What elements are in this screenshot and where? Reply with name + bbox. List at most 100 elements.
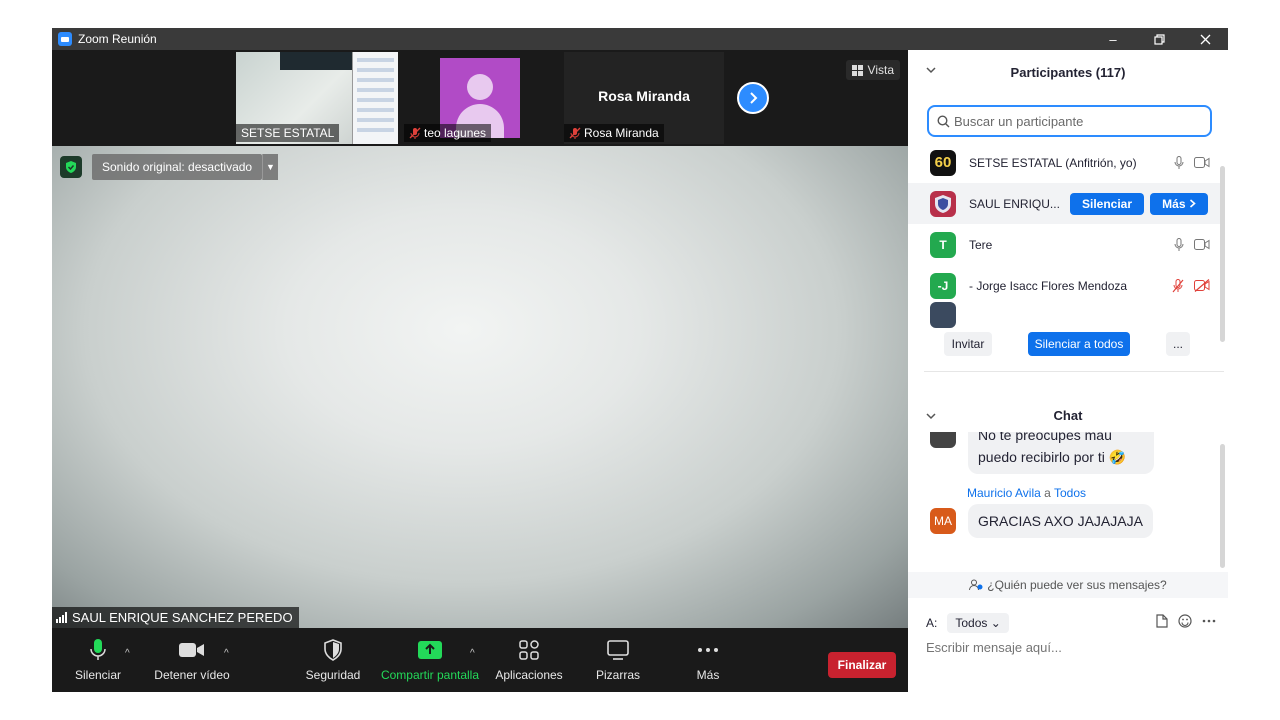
more-dots-icon bbox=[697, 636, 719, 664]
participants-scrollbar[interactable] bbox=[1220, 166, 1225, 342]
participant-name: Tere bbox=[969, 237, 993, 252]
zoom-window: Zoom Reunión – SETSE ESTATAL teo lagunes bbox=[52, 28, 1228, 692]
zoom-app-icon bbox=[58, 32, 72, 46]
participant-avatar: -J bbox=[930, 272, 956, 299]
stop-video-button[interactable]: Detener vídeo bbox=[152, 636, 232, 682]
main-video: Sonido original: desactivado ▼ SAUL ENRI… bbox=[52, 146, 908, 628]
participants-title: Participantes (117) bbox=[1010, 64, 1126, 80]
participant-row[interactable]: T Tere bbox=[908, 224, 1220, 265]
mic-muted-icon bbox=[1172, 278, 1184, 292]
more-dots-icon bbox=[1202, 619, 1216, 623]
mute-participant-button[interactable]: Silenciar bbox=[1070, 192, 1144, 215]
recipient-dropdown[interactable]: Todos ⌄ bbox=[947, 613, 1009, 633]
divider bbox=[924, 371, 1224, 372]
participant-list: 60 SETSE ESTATAL (Anfitrión, yo) SAUL EN… bbox=[908, 142, 1220, 342]
chat-title: Chat bbox=[1053, 408, 1083, 423]
participant-avatar bbox=[930, 190, 956, 217]
participant-name: SAUL ENRIQU... bbox=[969, 196, 1060, 211]
microphone-icon bbox=[1174, 237, 1184, 251]
security-button[interactable]: Seguridad bbox=[304, 636, 362, 682]
video-camera-icon bbox=[1194, 157, 1210, 168]
side-panel: Participantes (117) 60 SETSE ESTATAL (An… bbox=[908, 50, 1228, 692]
emoji-icon bbox=[1178, 614, 1192, 628]
chevron-right-icon bbox=[1189, 199, 1196, 208]
thumbnail-strip: SETSE ESTATAL teo lagunes Rosa Miranda R… bbox=[52, 50, 908, 146]
chevron-down-icon[interactable] bbox=[926, 64, 936, 78]
chat-messages: No te preocupes mau puedo recibirlo por … bbox=[908, 432, 1228, 572]
thumbnail-name: Rosa Miranda bbox=[564, 124, 664, 142]
thumbnail-name: SETSE ESTATAL bbox=[236, 124, 340, 142]
participant-actions: Invitar Silenciar a todos ... bbox=[908, 332, 1228, 368]
who-can-see-messages[interactable]: ¿Quién puede ver sus mensajes? bbox=[908, 572, 1228, 598]
grid-icon bbox=[851, 64, 863, 76]
more-button[interactable]: Más bbox=[688, 636, 728, 682]
thumbnail-video[interactable]: Rosa Miranda Rosa Miranda bbox=[564, 52, 724, 144]
laughing-emoji-icon: 🤣 bbox=[1108, 449, 1127, 465]
participant-row[interactable]: -J - Jorge Isacc Flores Mendoza bbox=[908, 265, 1220, 306]
chat-header: Chat bbox=[908, 400, 1228, 430]
apps-icon bbox=[519, 636, 539, 664]
microphone-icon bbox=[90, 636, 106, 664]
recipient-label: A: bbox=[926, 616, 938, 630]
video-area: SETSE ESTATAL teo lagunes Rosa Miranda R… bbox=[52, 50, 908, 628]
thumbnail-video[interactable]: teo lagunes bbox=[404, 52, 564, 144]
search-input[interactable] bbox=[954, 113, 1194, 129]
whiteboard-icon bbox=[607, 636, 629, 664]
share-screen-icon bbox=[418, 636, 442, 664]
video-camera-icon bbox=[179, 636, 205, 664]
encryption-shield-icon[interactable] bbox=[60, 156, 82, 178]
chat-scrollbar[interactable] bbox=[1220, 444, 1225, 568]
participant-row[interactable]: 60 SETSE ESTATAL (Anfitrión, yo) bbox=[908, 142, 1220, 183]
apps-button[interactable]: Aplicaciones bbox=[494, 636, 564, 682]
restore-icon[interactable] bbox=[1136, 28, 1182, 50]
participant-avatar: T bbox=[930, 231, 956, 258]
mute-button[interactable]: Silenciar bbox=[74, 636, 122, 682]
window-title: Zoom Reunión bbox=[78, 32, 157, 46]
share-screen-button[interactable]: Compartir pantalla bbox=[380, 636, 480, 682]
chevron-down-icon[interactable]: ▼ bbox=[262, 154, 278, 180]
participant-name: - Jorge Isacc Flores Mendoza bbox=[969, 278, 1128, 293]
chevron-up-icon[interactable]: ^ bbox=[470, 648, 475, 659]
participant-name: SETSE ESTATAL (Anfitrión, yo) bbox=[969, 155, 1137, 170]
view-button[interactable]: Vista bbox=[845, 60, 900, 80]
participants-header: Participantes (117) bbox=[908, 50, 1228, 94]
recipient-row: A: Todos ⌄ bbox=[926, 612, 1216, 634]
search-icon bbox=[937, 114, 950, 127]
chevron-up-icon[interactable]: ^ bbox=[125, 648, 130, 659]
chat-bubble: No te preocupes mau puedo recibirlo por … bbox=[968, 432, 1154, 474]
next-page-button[interactable] bbox=[737, 82, 769, 114]
chevron-up-icon[interactable]: ^ bbox=[224, 648, 229, 659]
thumbnail-big-name: Rosa Miranda bbox=[598, 88, 690, 104]
mic-muted-icon bbox=[409, 127, 421, 139]
invite-button[interactable]: Invitar bbox=[944, 332, 992, 356]
shield-icon bbox=[323, 636, 343, 664]
close-icon[interactable] bbox=[1182, 28, 1228, 50]
original-sound-button[interactable]: Sonido original: desactivado bbox=[92, 154, 263, 180]
sender-line: Mauricio Avila a Todos bbox=[967, 486, 1086, 500]
sender-avatar: MA bbox=[930, 508, 956, 534]
file-icon bbox=[1156, 614, 1168, 628]
signal-strength-icon bbox=[56, 612, 67, 623]
thumbnail-video[interactable]: SETSE ESTATAL bbox=[236, 52, 398, 144]
participant-row[interactable]: SAUL ENRIQU... Silenciar Más bbox=[908, 183, 1220, 224]
thumbnail-name: teo lagunes bbox=[404, 124, 492, 142]
participant-search[interactable] bbox=[927, 105, 1212, 137]
mic-muted-icon bbox=[569, 127, 581, 139]
video-off-icon bbox=[1194, 279, 1210, 292]
mute-all-button[interactable]: Silenciar a todos bbox=[1028, 332, 1130, 356]
sender-avatar bbox=[930, 432, 956, 448]
title-bar: Zoom Reunión – bbox=[52, 28, 1228, 50]
end-meeting-button[interactable]: Finalizar bbox=[828, 652, 896, 678]
participant-avatar bbox=[930, 302, 956, 328]
meeting-toolbar: Silenciar ^ Detener vídeo ^ Seguridad Co… bbox=[52, 628, 908, 692]
participant-avatar: 60 bbox=[930, 149, 956, 176]
people-icon bbox=[969, 579, 983, 591]
microphone-icon bbox=[1174, 155, 1184, 169]
whiteboards-button[interactable]: Pizarras bbox=[592, 636, 644, 682]
participants-more-button[interactable]: ... bbox=[1166, 332, 1190, 356]
speaker-name-label: SAUL ENRIQUE SANCHEZ PEREDO bbox=[52, 607, 299, 628]
chat-message-input[interactable] bbox=[926, 640, 1216, 655]
chevron-right-icon bbox=[750, 92, 758, 104]
minimize-icon[interactable]: – bbox=[1090, 28, 1136, 50]
participant-more-button[interactable]: Más bbox=[1150, 192, 1208, 215]
